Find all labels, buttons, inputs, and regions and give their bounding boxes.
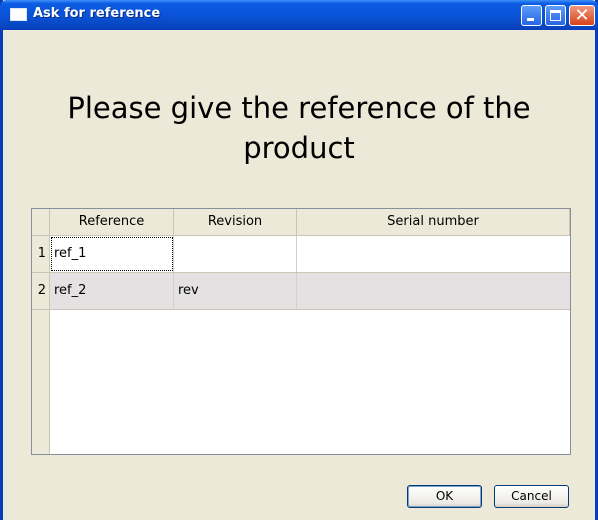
cell-reference[interactable]: ref_1: [50, 236, 174, 272]
maximize-button[interactable]: [545, 5, 566, 26]
close-button[interactable]: ✕: [569, 5, 595, 26]
cell-revision[interactable]: [174, 236, 297, 272]
row-number[interactable]: 2: [32, 273, 50, 309]
table-row[interactable]: 2 ref_2 rev: [32, 273, 570, 310]
column-header-serial-number[interactable]: Serial number: [297, 209, 570, 236]
minimize-icon: [527, 18, 534, 21]
title-bar[interactable]: Ask for reference ✕: [0, 0, 598, 30]
row-number[interactable]: 1: [32, 236, 50, 272]
dialog-window: Ask for reference ✕ Please give the refe…: [0, 0, 598, 520]
maximize-icon: [550, 10, 561, 21]
close-icon: ✕: [574, 5, 590, 26]
column-header-revision[interactable]: Revision: [174, 209, 297, 236]
cell-reference[interactable]: ref_2: [50, 273, 174, 309]
window-title: Ask for reference: [33, 6, 161, 21]
prompt-heading: Please give the reference of the product: [67, 91, 531, 165]
reference-table[interactable]: Reference Revision Serial number 1 ref_1…: [31, 208, 571, 455]
minimize-button[interactable]: [521, 5, 542, 26]
window-icon: [10, 8, 27, 21]
table-row[interactable]: 1 ref_1: [32, 236, 570, 273]
table-corner[interactable]: [32, 209, 50, 236]
column-header-reference[interactable]: Reference: [50, 209, 174, 236]
cell-revision[interactable]: rev: [174, 273, 297, 309]
ok-button[interactable]: OK: [407, 485, 482, 508]
cancel-button[interactable]: Cancel: [494, 485, 569, 508]
cell-serial-number[interactable]: [297, 236, 570, 272]
cell-serial-number[interactable]: [297, 273, 570, 309]
